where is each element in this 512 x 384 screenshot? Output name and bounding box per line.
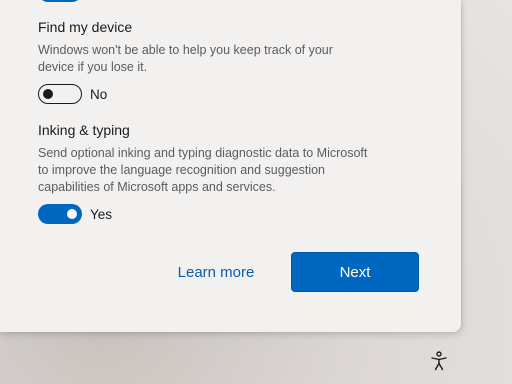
inking-typing-state-label: Yes xyxy=(90,206,113,222)
find-my-device-setting: Find my device Windows won't be able to … xyxy=(38,18,368,104)
find-my-device-description: Windows won't be able to help you keep t… xyxy=(38,43,333,74)
toggle-knob xyxy=(43,88,53,99)
find-my-device-toggle-row: No xyxy=(38,84,368,104)
inking-typing-setting: Inking & typing Send optional inking and… xyxy=(38,121,368,224)
inking-typing-title: Inking & typing xyxy=(38,122,130,138)
find-my-device-toggle[interactable] xyxy=(38,84,82,104)
learn-more-link[interactable]: Learn more xyxy=(163,252,269,292)
privacy-settings-dialog: Find my device Windows won't be able to … xyxy=(0,0,461,332)
accessibility-icon[interactable] xyxy=(428,350,450,372)
next-button[interactable]: Next xyxy=(291,252,419,292)
inking-typing-toggle[interactable] xyxy=(38,204,82,224)
inking-typing-toggle-row: Yes xyxy=(38,204,368,224)
inking-typing-description: Send optional inking and typing diagnost… xyxy=(38,146,368,194)
toggle-knob xyxy=(67,209,77,219)
previous-setting-toggle[interactable] xyxy=(38,0,82,2)
find-my-device-state-label: No xyxy=(90,86,108,102)
find-my-device-title: Find my device xyxy=(38,19,133,35)
